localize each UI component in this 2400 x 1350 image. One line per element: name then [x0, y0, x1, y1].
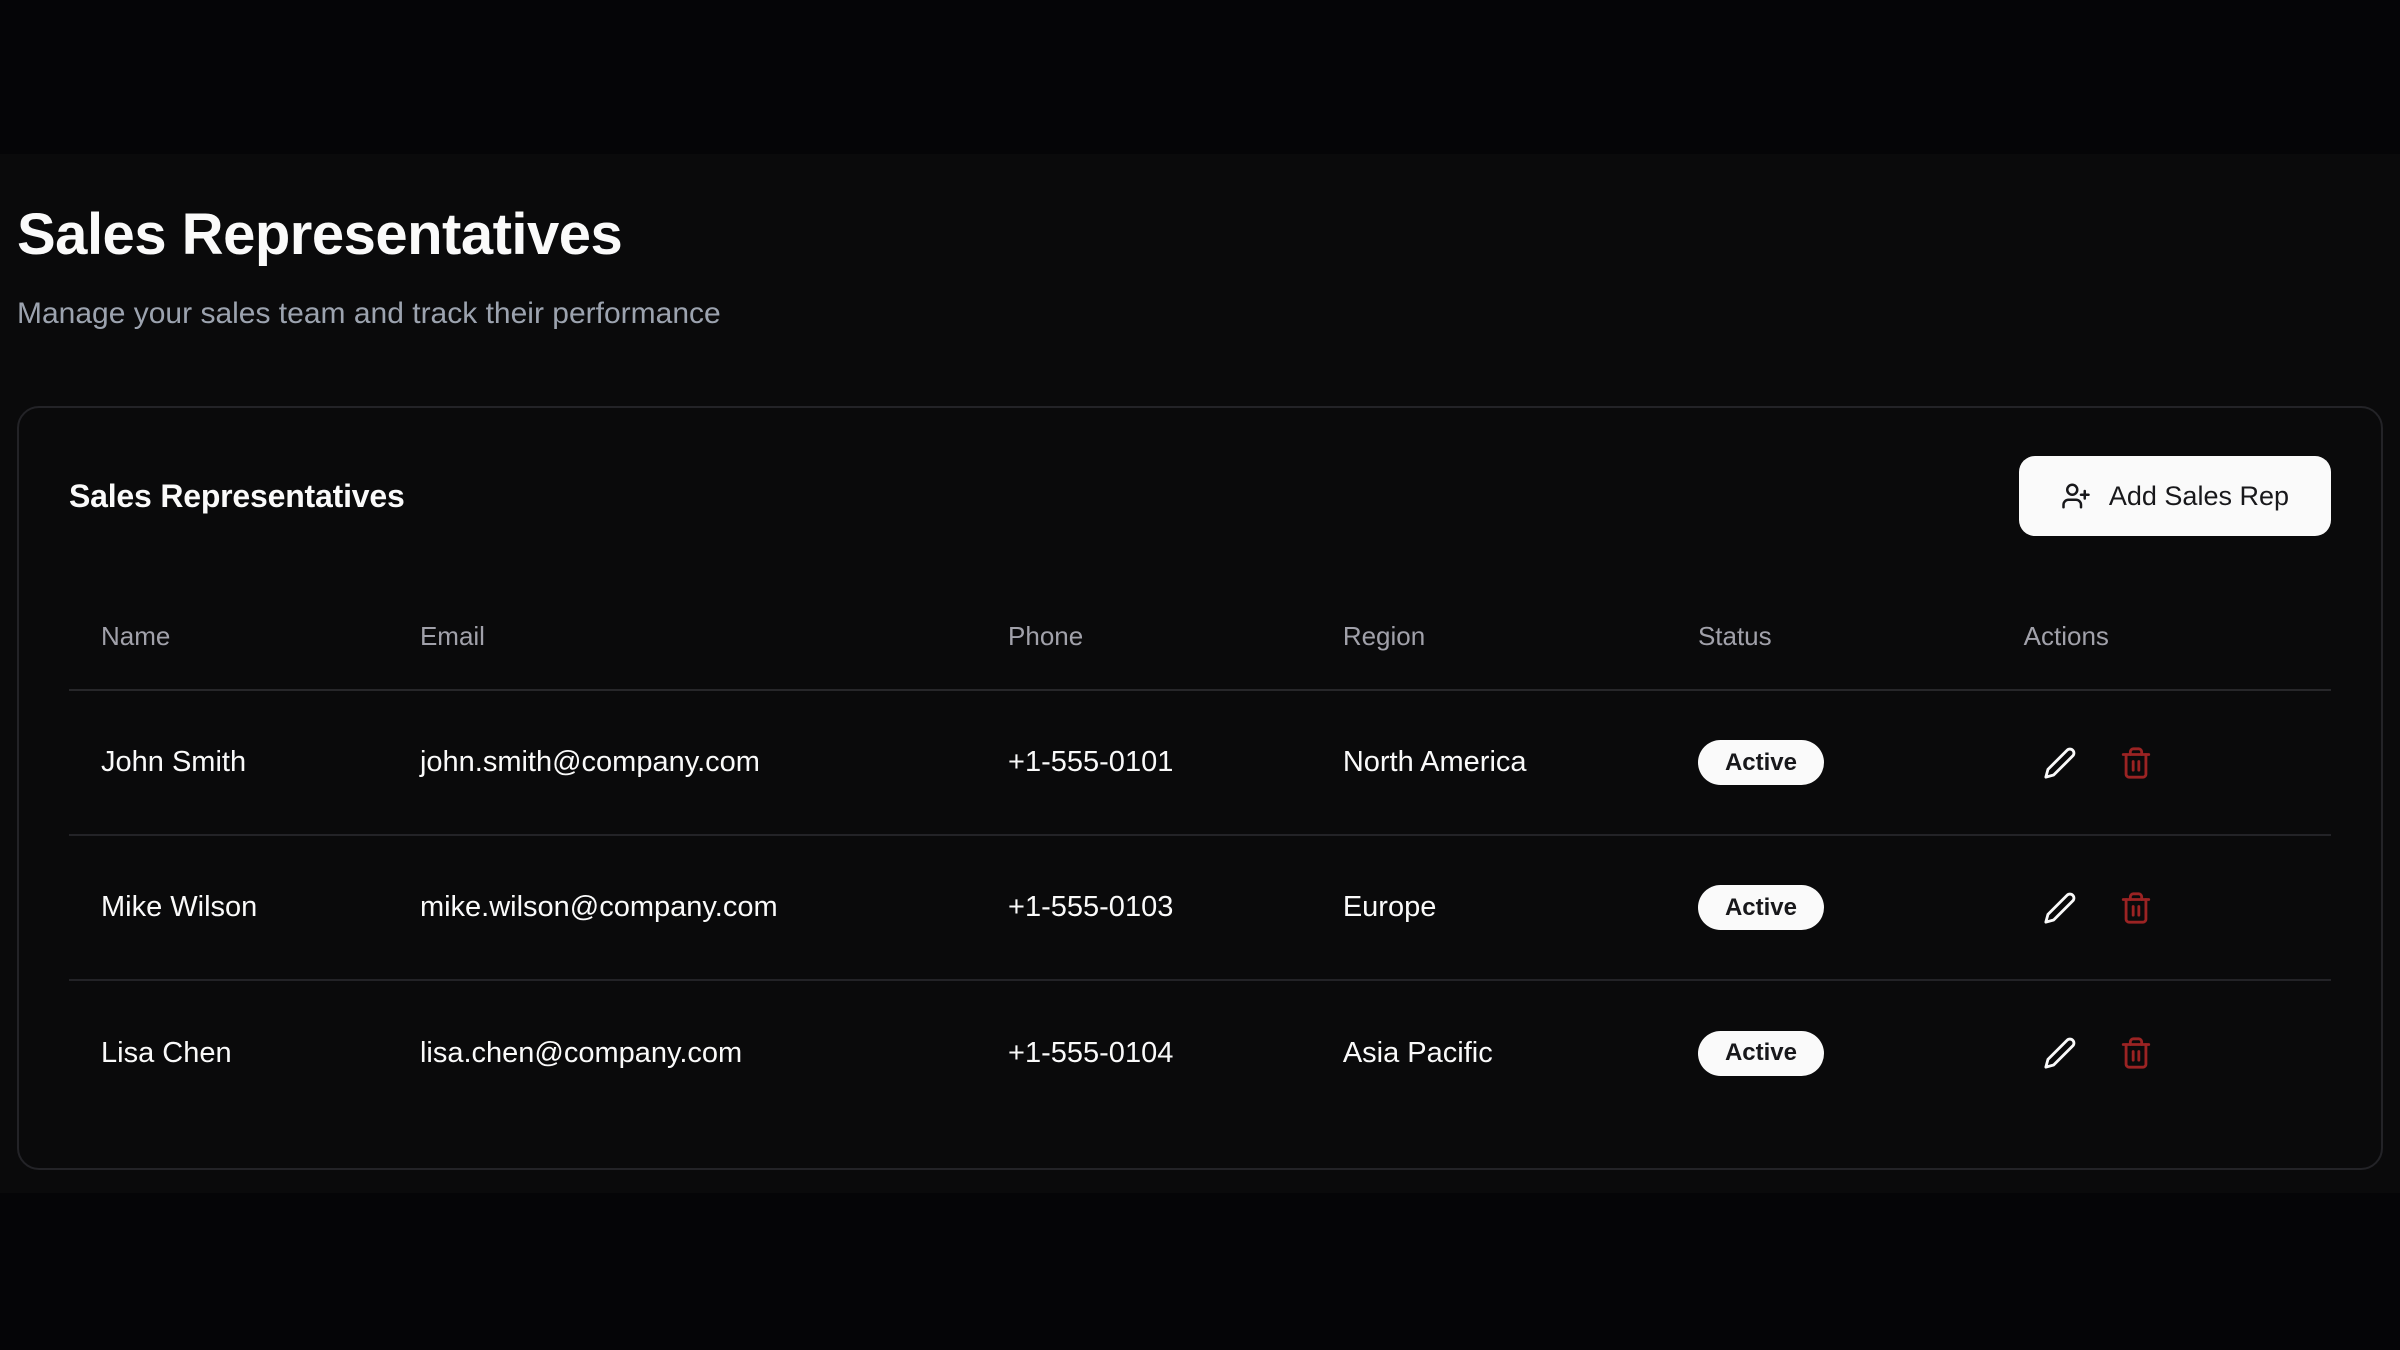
column-header-region: Region: [1311, 584, 1666, 690]
trash-icon: [2119, 891, 2153, 925]
rep-email: lisa.chen@company.com: [388, 980, 976, 1125]
table-header-row: Name Email Phone Region Status Actions: [69, 584, 2331, 690]
delete-button[interactable]: [2108, 880, 2164, 936]
edit-button[interactable]: [2032, 880, 2088, 936]
trash-icon: [2119, 746, 2153, 780]
rep-region: North America: [1311, 690, 1666, 835]
rep-name: Mike Wilson: [69, 835, 388, 980]
pencil-icon: [2043, 746, 2077, 780]
trash-icon: [2119, 1036, 2153, 1070]
rep-name: Lisa Chen: [69, 980, 388, 1125]
rep-region: Asia Pacific: [1311, 980, 1666, 1125]
sales-reps-table-wrap: Name Email Phone Region Status Actions J…: [69, 584, 2331, 1125]
edit-button[interactable]: [2032, 1025, 2088, 1081]
rep-phone: +1-555-0104: [976, 980, 1311, 1125]
column-header-email: Email: [388, 584, 976, 690]
add-sales-rep-button-label: Add Sales Rep: [2109, 481, 2289, 512]
sales-reps-table: Name Email Phone Region Status Actions J…: [69, 584, 2331, 1125]
status-badge: Active: [1698, 885, 1824, 930]
rep-email: mike.wilson@company.com: [388, 835, 976, 980]
table-row: Mike Wilson mike.wilson@company.com +1-5…: [69, 835, 2331, 980]
delete-button[interactable]: [2108, 735, 2164, 791]
card-header: Sales Representatives Add Sales Rep: [19, 408, 2381, 536]
card-title: Sales Representatives: [69, 478, 405, 515]
rep-phone: +1-555-0101: [976, 690, 1311, 835]
status-badge: Active: [1698, 1031, 1824, 1076]
column-header-phone: Phone: [976, 584, 1311, 690]
rep-phone: +1-555-0103: [976, 835, 1311, 980]
user-plus-icon: [2061, 481, 2091, 511]
edit-button[interactable]: [2032, 735, 2088, 791]
pencil-icon: [2043, 891, 2077, 925]
rep-region: Europe: [1311, 835, 1666, 980]
table-row: John Smith john.smith@company.com +1-555…: [69, 690, 2331, 835]
sales-reps-card: Sales Representatives Add Sales Rep: [17, 406, 2383, 1170]
rep-name: John Smith: [69, 690, 388, 835]
column-header-name: Name: [69, 584, 388, 690]
delete-button[interactable]: [2108, 1025, 2164, 1081]
page-subtitle: Manage your sales team and track their p…: [17, 296, 721, 332]
column-header-actions: Actions: [1992, 584, 2331, 690]
page-title: Sales Representatives: [17, 200, 622, 270]
column-header-status: Status: [1666, 584, 1992, 690]
rep-email: john.smith@company.com: [388, 690, 976, 835]
add-sales-rep-button[interactable]: Add Sales Rep: [2019, 456, 2331, 536]
pencil-icon: [2043, 1036, 2077, 1070]
status-badge: Active: [1698, 740, 1824, 785]
table-row: Lisa Chen lisa.chen@company.com +1-555-0…: [69, 980, 2331, 1125]
